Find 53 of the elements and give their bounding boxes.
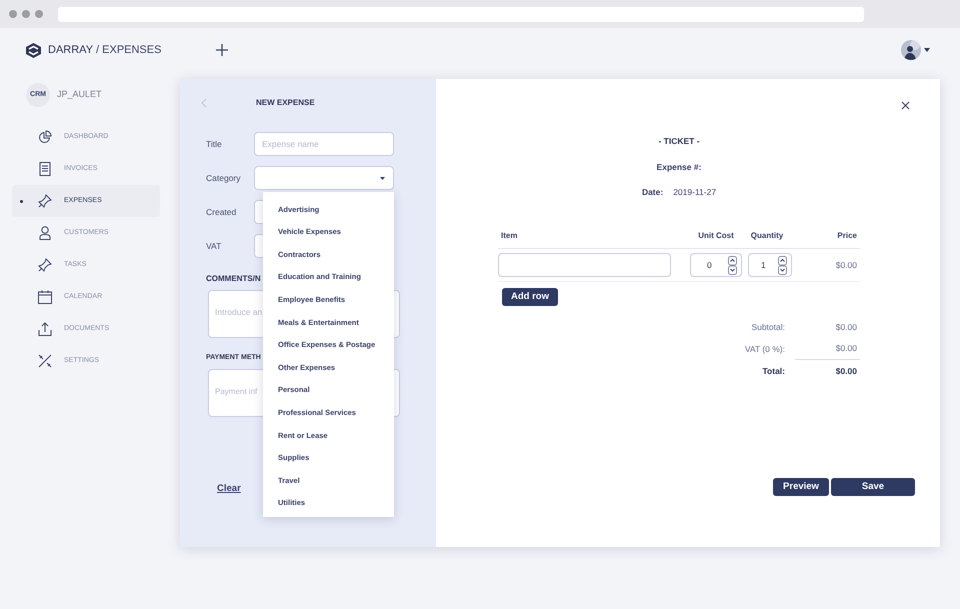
item-field[interactable] bbox=[498, 253, 671, 278]
close-button[interactable] bbox=[901, 101, 910, 110]
close-icon bbox=[901, 101, 910, 110]
add-row-button[interactable]: Add row bbox=[502, 288, 558, 306]
quantity-field[interactable]: 1 bbox=[748, 253, 792, 278]
calendar-icon bbox=[38, 290, 52, 304]
section-title: / EXPENSES bbox=[96, 42, 162, 58]
field-label: Title bbox=[206, 138, 223, 150]
caret-icon bbox=[380, 176, 385, 180]
user-name: JP_AULET bbox=[57, 88, 102, 102]
column-header: Quantity bbox=[750, 230, 784, 242]
add-button[interactable] bbox=[215, 43, 230, 57]
total-value: $0.00 bbox=[834, 320, 858, 334]
date-label: Date: bbox=[642, 186, 664, 198]
expense-number-label: Expense #: bbox=[656, 160, 702, 174]
section-heading: COMMENTS/N bbox=[206, 273, 261, 285]
placeholder-text: Introduce an bbox=[215, 307, 262, 317]
total-label: Subtotal: bbox=[750, 320, 785, 334]
spinner-icon bbox=[728, 256, 737, 275]
tools-icon bbox=[38, 354, 52, 368]
preview-button[interactable]: Preview bbox=[773, 478, 829, 496]
logo-icon bbox=[25, 42, 42, 58]
date-value: 2019-11-27 bbox=[673, 186, 716, 198]
pin-icon bbox=[38, 194, 52, 208]
ticket-heading: - TICKET - bbox=[658, 135, 700, 148]
column-header: Price bbox=[836, 230, 858, 242]
spinner-icon bbox=[778, 256, 787, 275]
field-label: Category bbox=[206, 172, 242, 184]
total-value: $0.00 bbox=[795, 338, 860, 360]
field-label: VAT bbox=[206, 240, 222, 252]
price-cell-text: $0.00 bbox=[834, 258, 858, 272]
chevron-left-icon bbox=[201, 98, 207, 108]
pin-icon bbox=[38, 258, 52, 272]
plus-icon bbox=[215, 43, 230, 57]
placeholder-text: Payment inf bbox=[215, 386, 258, 396]
upload-icon bbox=[38, 322, 52, 336]
unit-cost-field[interactable]: 0 bbox=[690, 253, 742, 278]
caret-icon[interactable] bbox=[924, 48, 930, 52]
total-label: VAT (0 %): bbox=[744, 342, 785, 356]
column-header: Item bbox=[500, 230, 518, 242]
document-icon bbox=[39, 162, 51, 176]
save-button[interactable]: Save bbox=[831, 478, 915, 496]
clear-link[interactable]: Clear bbox=[217, 482, 241, 496]
field-label: Created bbox=[206, 206, 238, 218]
person-icon bbox=[39, 226, 51, 240]
column-header: Unit Cost bbox=[697, 230, 735, 242]
pie-chart-icon bbox=[38, 130, 52, 144]
window-controls-icon bbox=[9, 10, 43, 18]
brand-name: DARRAY bbox=[48, 42, 94, 58]
text-field[interactable]: Expense name bbox=[254, 132, 394, 156]
total-label: Total: bbox=[761, 364, 785, 378]
form-title: NEW EXPENSE bbox=[256, 97, 315, 109]
total-value: $0.00 bbox=[834, 364, 858, 378]
